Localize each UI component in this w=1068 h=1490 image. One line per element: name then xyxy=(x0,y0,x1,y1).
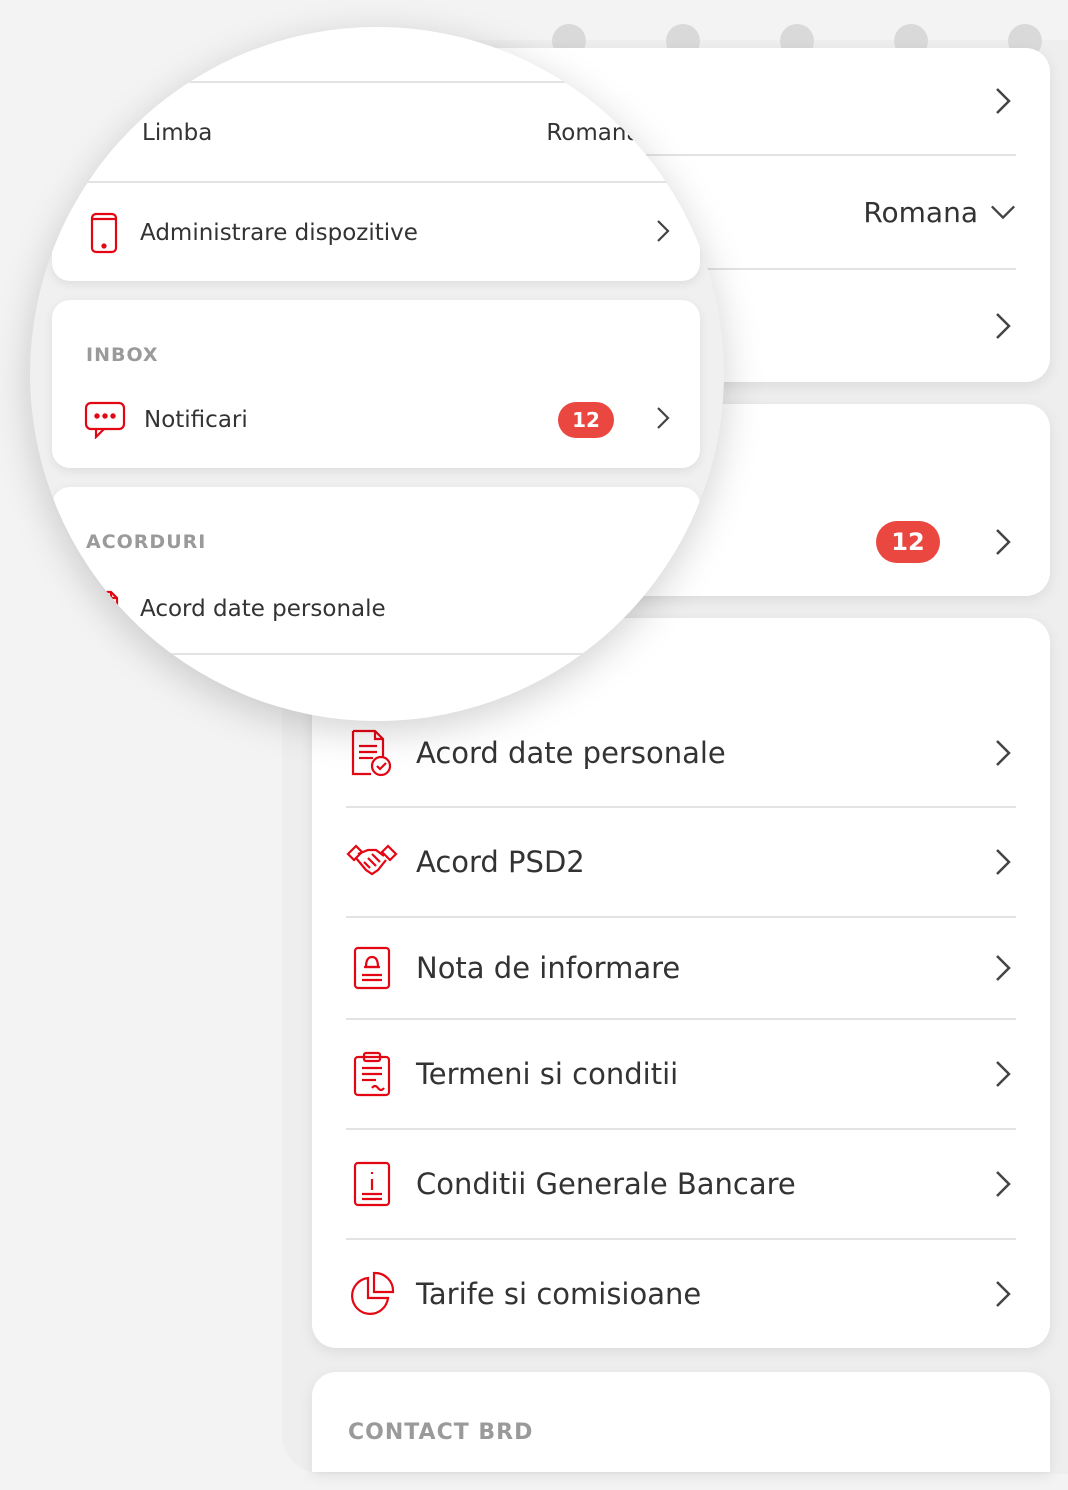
chevron-right-icon xyxy=(990,740,1016,766)
document-check-icon xyxy=(346,727,398,779)
chevron-right-icon xyxy=(990,88,1016,114)
mag-language-row[interactable]: Limba Romana xyxy=(52,83,700,183)
magnifier-overlay: Limba Romana Administrare dispozitive IN… xyxy=(30,27,724,721)
mag-personal-data-row[interactable]: Acord date personale xyxy=(52,583,700,635)
agreement-item-psd2[interactable]: Acord PSD2 xyxy=(346,808,1016,918)
chevron-right-icon xyxy=(990,1281,1016,1307)
mag-devices-row[interactable]: Administrare dispozitive xyxy=(52,183,700,283)
contact-card: CONTACT BRD xyxy=(312,1372,1050,1472)
inbox-section-title: INBOX xyxy=(86,344,159,366)
chevron-right-icon xyxy=(990,1171,1016,1197)
chevron-right-icon xyxy=(990,529,1016,555)
mag-notifications-row[interactable]: Notificari 12 xyxy=(52,394,700,446)
mag-settings-card: Limba Romana Administrare dispozitive xyxy=(52,27,700,281)
chevron-right-icon xyxy=(990,849,1016,875)
chevron-right-icon xyxy=(990,1061,1016,1087)
notifications-label: Notificari xyxy=(144,407,248,433)
divider xyxy=(82,653,670,655)
language-label: Limba xyxy=(142,120,213,146)
agreement-label: Nota de informare xyxy=(416,951,681,985)
pie-chart-icon xyxy=(346,1268,398,1320)
language-value: Romana xyxy=(863,195,978,229)
bell-document-icon xyxy=(346,942,398,994)
agreement-label: Termeni si conditii xyxy=(416,1057,679,1091)
mag-language-value: Romana xyxy=(546,120,641,146)
document-check-icon xyxy=(92,589,122,629)
agreement-label: Conditii Generale Bancare xyxy=(416,1167,796,1201)
clipboard-icon xyxy=(346,1048,398,1100)
mag-agreement-label: Acord date personale xyxy=(140,596,386,622)
agreement-label: Acord date personale xyxy=(416,736,726,770)
agreements-card: Acord date personale Acord PSD2 Nota de … xyxy=(312,618,1050,1348)
mag-notifications-badge: 12 xyxy=(558,402,614,438)
chevron-right-icon xyxy=(990,313,1016,339)
agreements-section-title: ACORDURI xyxy=(86,531,207,553)
chevron-down-icon xyxy=(990,199,1016,225)
agreement-item-terms[interactable]: Termeni si conditii xyxy=(346,1020,1016,1130)
devices-label: Administrare dispozitive xyxy=(140,220,418,246)
agreement-item-info-note[interactable]: Nota de informare xyxy=(346,918,1016,1020)
phone-icon xyxy=(88,211,120,255)
chevron-right-icon xyxy=(656,219,670,247)
chat-bubble-icon xyxy=(84,401,126,439)
notifications-badge: 12 xyxy=(876,521,940,563)
mag-agreements-card: ACORDURI Acord date personale xyxy=(52,487,700,721)
agreement-label: Acord PSD2 xyxy=(416,845,585,879)
chevron-right-icon xyxy=(656,406,670,434)
contact-section-title: CONTACT BRD xyxy=(348,1420,534,1445)
chevron-right-icon xyxy=(990,955,1016,981)
agreement-label: Tarife si comisioane xyxy=(416,1277,702,1311)
mag-inbox-card: INBOX Notificari 12 xyxy=(52,300,700,468)
info-document-icon xyxy=(346,1158,398,1210)
handshake-icon xyxy=(346,836,398,888)
agreement-item-general-conditions[interactable]: Conditii Generale Bancare xyxy=(346,1130,1016,1240)
agreement-item-fees[interactable]: Tarife si comisioane xyxy=(346,1240,1016,1348)
